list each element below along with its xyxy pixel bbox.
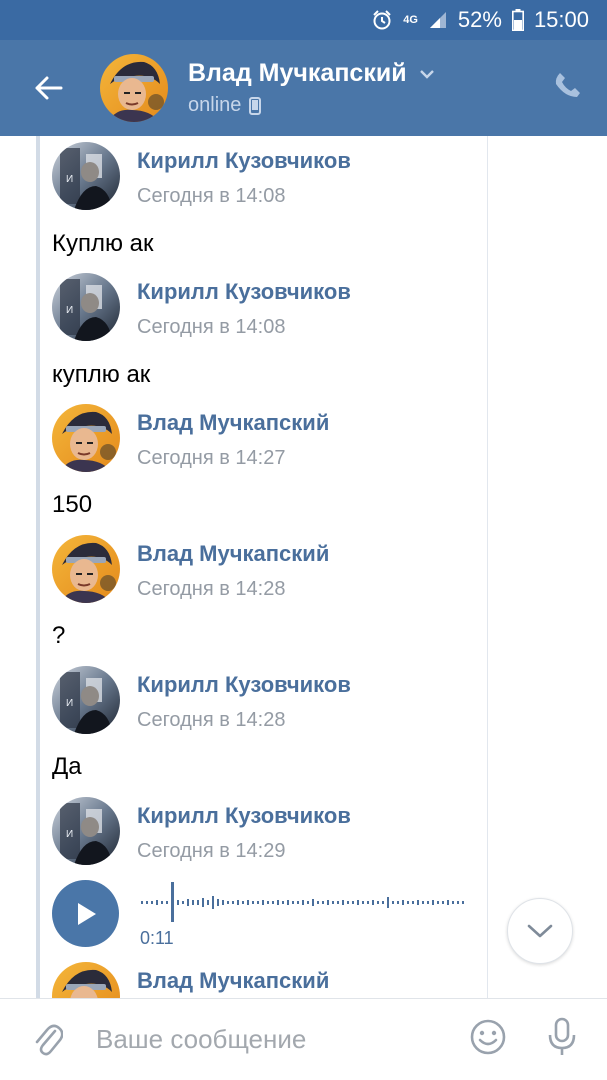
contact-info[interactable]: Влад Мучкапский online <box>188 59 435 117</box>
avatar[interactable] <box>52 797 120 865</box>
battery-icon <box>511 9 524 31</box>
message-header: Влад Мучкапский Сегодня в 14:27 <box>52 404 329 472</box>
network-type: 4G <box>403 14 418 26</box>
avatar[interactable] <box>52 962 120 998</box>
battery-level: 52% <box>457 7 502 32</box>
voice-record-button[interactable] <box>547 1017 577 1062</box>
avatar[interactable] <box>52 404 120 472</box>
message-header: Кирилл Кузовчиков Сегодня в 14:29 <box>52 797 351 865</box>
signal-icon <box>428 10 448 30</box>
voice-waveform[interactable] <box>141 882 467 922</box>
avatar[interactable] <box>52 666 120 734</box>
contact-avatar[interactable] <box>100 54 168 122</box>
message-text: куплю ак <box>52 361 151 388</box>
scroll-down-button[interactable] <box>507 898 573 964</box>
play-icon <box>77 902 96 925</box>
paperclip-icon <box>35 1024 63 1055</box>
avatar[interactable] <box>52 273 120 341</box>
voice-message: 0:11 <box>52 878 472 958</box>
attach-button[interactable] <box>0 1021 96 1059</box>
voice-duration: 0:11 <box>140 928 174 948</box>
chevron-down-icon <box>527 924 553 938</box>
message-time: Сегодня в 14:28 <box>137 709 286 731</box>
message-composer: Ваше сообщение <box>0 998 607 1080</box>
message-feed[interactable]: Кирилл Кузовчиков Сегодня в 14:08 Куплю … <box>0 136 607 998</box>
author-name[interactable]: Кирилл Кузовчиков <box>137 148 351 174</box>
message-header: Влад Мучкапский <box>52 962 329 998</box>
message-header: Влад Мучкапский Сегодня в 14:28 <box>52 535 329 603</box>
author-name[interactable]: Кирилл Кузовчиков <box>137 672 351 698</box>
back-button[interactable] <box>0 40 96 136</box>
author-name[interactable]: Влад Мучкапский <box>137 410 329 436</box>
phone-icon <box>555 73 580 97</box>
chevron-down-icon <box>419 69 434 79</box>
message-text: 150 <box>52 491 93 518</box>
message-header: Кирилл Кузовчиков Сегодня в 14:08 <box>52 273 351 341</box>
message-header: Кирилл Кузовчиков Сегодня в 14:08 <box>52 142 351 210</box>
contact-status: online <box>188 94 242 116</box>
message-time: Сегодня в 14:28 <box>137 578 286 600</box>
message-text: Да <box>52 753 82 780</box>
message-input[interactable]: Ваше сообщение <box>96 1024 469 1055</box>
message-time: Сегодня в 14:08 <box>137 185 286 207</box>
message-time: Сегодня в 14:27 <box>137 447 286 469</box>
chat-header: Влад Мучкапский online <box>0 40 607 136</box>
play-button[interactable] <box>52 880 119 947</box>
author-name[interactable]: Кирилл Кузовчиков <box>137 279 351 305</box>
phone-device-icon <box>249 96 262 115</box>
contact-name: Влад Мучкапский <box>188 59 407 87</box>
message-time: Сегодня в 14:08 <box>137 316 286 338</box>
arrow-left-icon <box>35 76 63 100</box>
avatar[interactable] <box>52 535 120 603</box>
message-text: Куплю ак <box>52 230 154 257</box>
avatar[interactable] <box>52 142 120 210</box>
microphone-icon <box>548 1017 576 1055</box>
message-header: Кирилл Кузовчиков Сегодня в 14:28 <box>52 666 351 734</box>
message-text: ? <box>52 622 66 649</box>
emoji-button[interactable] <box>469 1018 507 1061</box>
message-time: Сегодня в 14:29 <box>137 840 286 862</box>
alarm-icon <box>371 9 393 31</box>
clock: 15:00 <box>533 7 589 32</box>
author-name[interactable]: Влад Мучкапский <box>137 541 329 567</box>
status-bar: 4G 52% 15:00 <box>0 0 607 40</box>
author-name[interactable]: Влад Мучкапский <box>137 968 329 994</box>
smile-icon <box>470 1019 506 1055</box>
author-name[interactable]: Кирилл Кузовчиков <box>137 803 351 829</box>
call-button[interactable] <box>553 70 583 105</box>
